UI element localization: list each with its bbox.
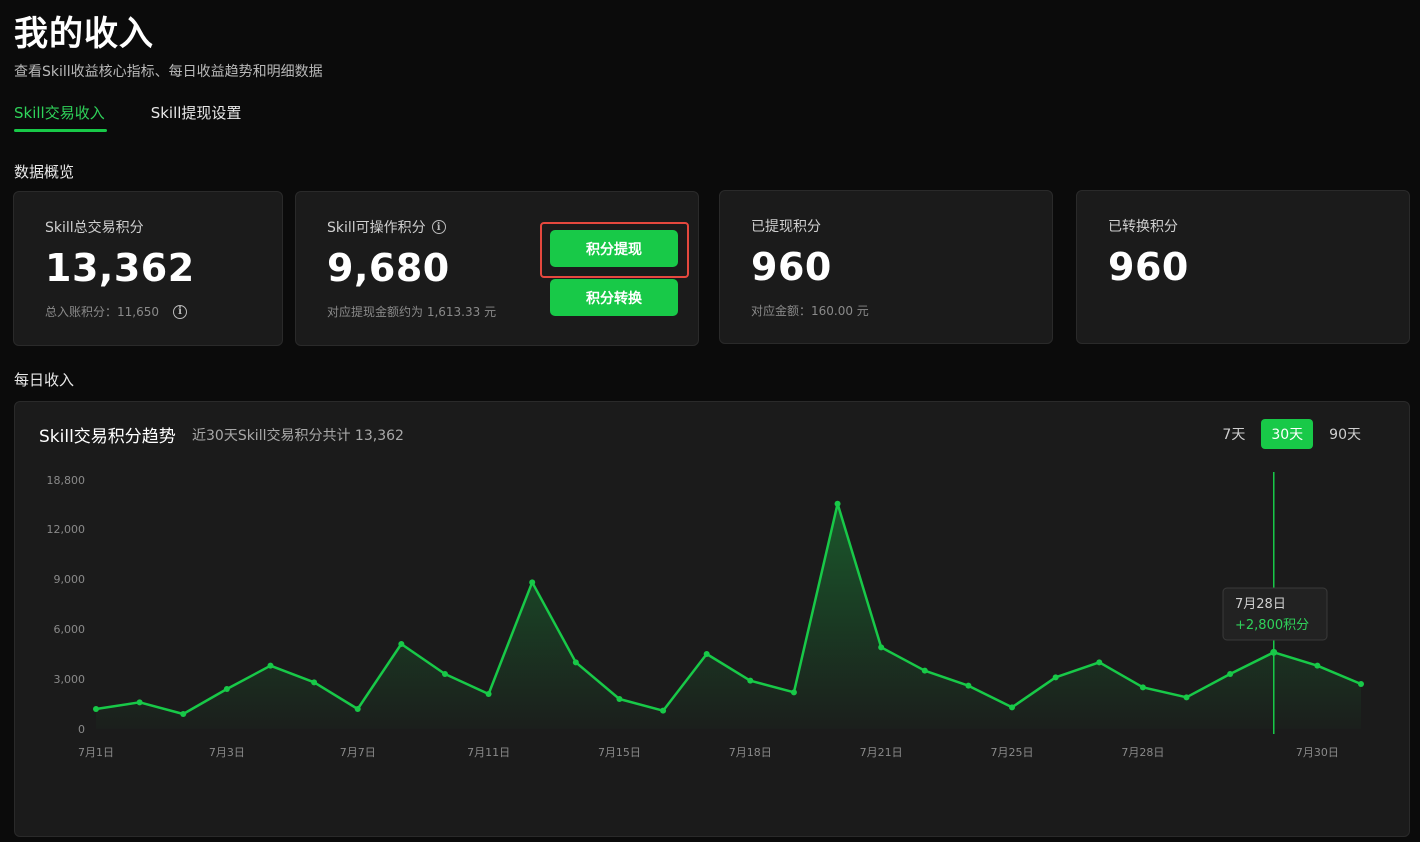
y-tick-label: 9,000 <box>54 573 86 586</box>
daily-income-chart-panel: Skill交易积分趋势 近30天Skill交易积分共计 13,362 7天 30… <box>14 401 1410 837</box>
withdrawn-points-value: 960 <box>751 245 832 289</box>
x-tick-label: 7月28日 <box>1121 746 1164 759</box>
operable-points-label: Skill可操作积分 i <box>327 217 446 237</box>
info-icon[interactable]: i <box>431 220 446 234</box>
data-point[interactable] <box>1096 659 1103 666</box>
data-point[interactable] <box>529 579 536 586</box>
x-tick-label: 7月1日 <box>78 746 114 759</box>
data-point[interactable] <box>485 691 492 697</box>
data-point[interactable] <box>790 689 797 696</box>
tooltip-value: +2,800积分 <box>1235 618 1309 633</box>
x-tick-label: 7月11日 <box>467 746 510 759</box>
converted-points-value: 960 <box>1108 245 1189 289</box>
data-point[interactable] <box>398 641 405 647</box>
data-point[interactable] <box>834 500 841 507</box>
data-point[interactable] <box>572 659 579 666</box>
page-subtitle: 查看Skill收益核心指标、每日收益趋势和明细数据 <box>14 64 323 80</box>
operable-points-note: 对应提现金额约为 1,613.33 元 <box>327 305 497 319</box>
data-point[interactable] <box>311 679 318 686</box>
x-tick-label: 7月21日 <box>860 746 903 759</box>
data-point[interactable] <box>616 696 623 702</box>
data-point[interactable] <box>1358 681 1364 687</box>
x-tick-label: 7月7日 <box>340 746 376 759</box>
operable-points-value: 9,680 <box>327 246 450 290</box>
page-title: 我的收入 <box>14 14 154 54</box>
data-point[interactable] <box>1052 674 1059 681</box>
x-tick-label: 7月30日 <box>1296 746 1339 759</box>
data-point[interactable] <box>921 667 928 674</box>
data-point[interactable] <box>93 706 99 712</box>
data-point[interactable] <box>1009 704 1016 711</box>
x-tick-label: 7月25日 <box>991 746 1034 759</box>
trend-chart[interactable]: 0 3,000 6,000 9,000 12,000 18,800 7月1日 7月3日 7月7… <box>15 402 1409 836</box>
data-point[interactable] <box>660 707 667 714</box>
tooltip-date: 7月28日 <box>1235 597 1286 612</box>
converted-points-card: 已转换积分 960 <box>1076 190 1410 344</box>
operable-points-card: Skill可操作积分 i 9,680 对应提现金额约为 1,613.33 元 积… <box>295 191 699 346</box>
data-point[interactable] <box>1270 648 1278 656</box>
y-tick-label: 12,000 <box>47 523 86 536</box>
y-tick-label: 3,000 <box>54 673 86 686</box>
data-point[interactable] <box>747 677 754 684</box>
x-axis: 7月1日 7月3日 7月7日 7月11日 7月15日 7月18日 7月21日 7月25日 7月2… <box>78 746 1339 759</box>
tab-skill-trade-income[interactable]: Skill交易收入 <box>14 102 107 132</box>
data-point[interactable] <box>1227 671 1234 677</box>
data-point[interactable] <box>441 671 448 677</box>
info-icon[interactable]: i <box>173 304 187 319</box>
x-tick-label: 7月18日 <box>729 746 772 759</box>
y-axis: 0 3,000 6,000 9,000 12,000 18,800 <box>47 474 86 736</box>
data-point[interactable] <box>965 682 972 689</box>
tab-bar: Skill交易收入 Skill提现设置 <box>14 102 242 132</box>
data-point[interactable] <box>703 651 710 657</box>
x-tick-label: 7月15日 <box>598 746 641 759</box>
y-tick-label: 6,000 <box>54 623 86 636</box>
daily-section-label: 每日收入 <box>14 371 75 389</box>
y-tick-label: 18,800 <box>47 474 86 487</box>
total-points-label: Skill总交易积分 <box>45 220 144 236</box>
chart-tooltip: 7月28日 +2,800积分 <box>1222 587 1328 641</box>
area-fill <box>96 503 1361 729</box>
convert-points-button[interactable]: 积分转换 <box>550 279 678 316</box>
data-point[interactable] <box>223 686 230 692</box>
withdraw-points-button[interactable]: 积分提现 <box>550 230 678 267</box>
total-points-card: Skill总交易积分 13,362 总入账积分：11,650 i <box>13 191 283 346</box>
overview-section-label: 数据概览 <box>14 163 75 181</box>
data-point[interactable] <box>136 699 143 706</box>
withdrawn-points-note: 对应金额：160.00 元 <box>751 304 869 318</box>
y-tick-label: 0 <box>78 723 85 736</box>
withdrawn-points-card: 已提现积分 960 对应金额：160.00 元 <box>719 190 1053 344</box>
data-point[interactable] <box>1183 694 1190 701</box>
data-point[interactable] <box>180 711 187 717</box>
data-point[interactable] <box>354 706 361 712</box>
x-tick-label: 7月3日 <box>209 746 245 759</box>
total-points-note: 总入账积分：11,650 i <box>45 303 187 320</box>
data-point[interactable] <box>1139 684 1146 691</box>
withdrawn-points-label: 已提现积分 <box>751 219 821 235</box>
data-point[interactable] <box>878 644 885 651</box>
data-point[interactable] <box>267 662 274 669</box>
total-points-value: 13,362 <box>45 246 195 290</box>
data-point[interactable] <box>1314 662 1321 669</box>
tab-skill-withdraw-settings[interactable]: Skill提现设置 <box>151 102 242 129</box>
converted-points-label: 已转换积分 <box>1108 219 1178 235</box>
